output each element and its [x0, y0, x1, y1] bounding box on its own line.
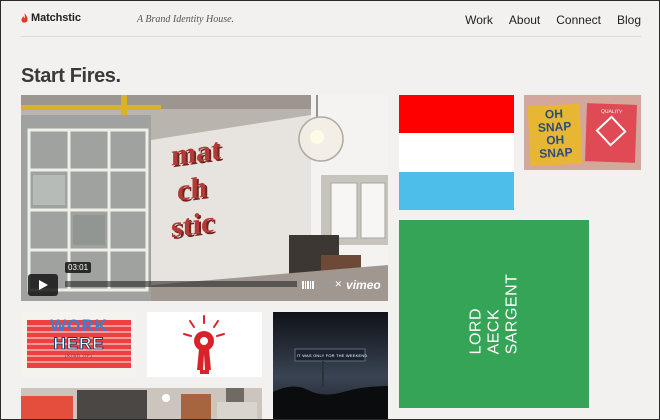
- work-word: WORK: [50, 316, 108, 335]
- site-header: Matchstic A Brand Identity House. Work A…: [1, 1, 659, 37]
- wordmark-line: AECK: [485, 308, 502, 355]
- nav-about[interactable]: About: [509, 13, 540, 27]
- kind-of-label: (KIND OF): [65, 353, 93, 358]
- header-divider: [21, 36, 641, 37]
- wall-sign: mat ch stic: [171, 131, 221, 246]
- play-button[interactable]: [28, 274, 58, 296]
- project-tile-studio-photo[interactable]: [21, 388, 262, 419]
- wordmark-line: SARGENT: [503, 273, 520, 355]
- wall-sign-line: mat: [171, 132, 221, 173]
- work-here-text: WORK HERE (KIND OF): [21, 316, 137, 359]
- project-tile-oh-snap[interactable]: OH SNAP OH SNAP QUALITY: [524, 95, 641, 170]
- flame-icon: [21, 12, 28, 23]
- project-tile-lord-aeck-sargent[interactable]: LORD AECK SARGENT: [399, 220, 589, 408]
- poster-oh-snap: OH SNAP OH SNAP: [527, 103, 583, 167]
- studio-photo: [21, 388, 262, 419]
- flag-stripe-white: [399, 133, 514, 172]
- page: Matchstic A Brand Identity House. Work A…: [0, 0, 660, 420]
- poster-quality-label: QUALITY: [600, 108, 623, 116]
- lord-aeck-sargent-wordmark: LORD AECK SARGENT: [467, 274, 521, 355]
- poster-quality-art: [595, 115, 627, 147]
- billboard-text: IT WAS ONLY FOR THE WEEKEND: [297, 353, 368, 358]
- project-tile-bulb[interactable]: [147, 312, 262, 377]
- billboard-photo: [273, 312, 388, 419]
- hd-toggle[interactable]: HD: [318, 280, 331, 290]
- project-tile-billboard[interactable]: IT WAS ONLY FOR THE WEEKEND: [273, 312, 388, 419]
- video-controls: 03:01 HD ✕ vimeo: [21, 262, 388, 301]
- volume-icon[interactable]: [302, 281, 314, 289]
- vimeo-logo[interactable]: vimeo: [346, 278, 381, 292]
- play-icon: [39, 280, 48, 290]
- wordmark-line: LORD: [467, 307, 484, 355]
- flag-stripe-red: [399, 95, 514, 134]
- nav-work[interactable]: Work: [465, 13, 493, 27]
- main-nav: Work About Connect Blog: [465, 13, 641, 27]
- here-word: HERE: [53, 334, 105, 353]
- logo-text: Matchstic: [31, 12, 81, 24]
- video-progress-bar[interactable]: [65, 281, 297, 287]
- lightbulb-icon: [147, 312, 262, 377]
- project-tile-flag[interactable]: [399, 95, 514, 210]
- flag-stripe-blue: [399, 171, 514, 210]
- tagline: A Brand Identity House.: [137, 14, 235, 25]
- video-control-icons: HD ✕ vimeo: [302, 278, 381, 292]
- wall-sign-line: stic: [171, 205, 215, 245]
- nav-connect[interactable]: Connect: [556, 13, 601, 27]
- project-tile-work-here[interactable]: WORK HERE (KIND OF): [21, 312, 137, 377]
- fullscreen-icon[interactable]: ✕: [335, 280, 343, 290]
- video-time: 03:01: [65, 262, 92, 273]
- poster-word: SNAP: [538, 145, 573, 161]
- nav-blog[interactable]: Blog: [617, 13, 641, 27]
- poster-quality: QUALITY: [585, 103, 637, 163]
- logo-link[interactable]: Matchstic: [21, 12, 81, 24]
- video-player[interactable]: mat ch stic 03:01 HD ✕ vimeo: [21, 95, 388, 301]
- page-title: Start Fires.: [21, 65, 121, 87]
